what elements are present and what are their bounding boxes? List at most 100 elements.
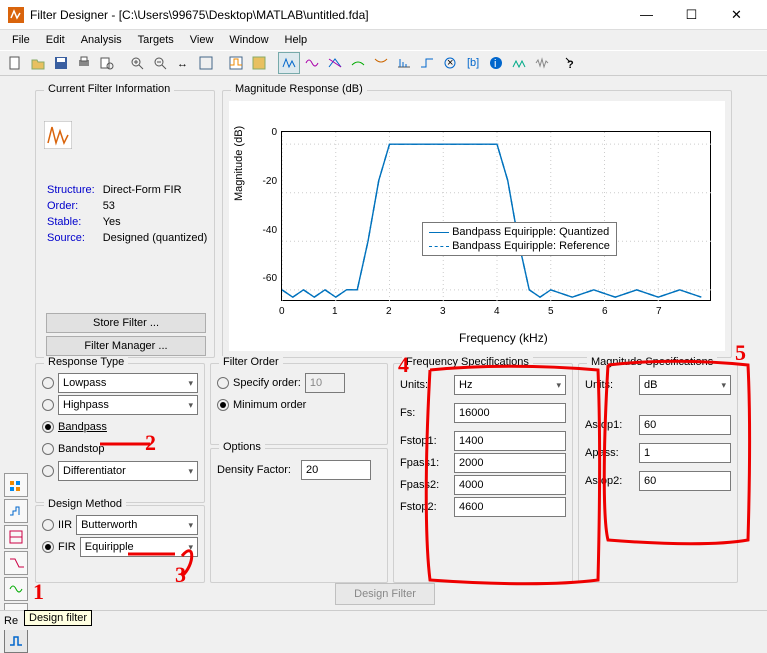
design-filter-sidetool[interactable] [4, 629, 28, 653]
app-icon [8, 7, 24, 23]
chart-xlabel: Frequency (kHz) [459, 331, 548, 345]
round-off-noise-icon[interactable] [531, 52, 553, 74]
filter-structure-icon [44, 121, 72, 152]
response-type-panel: Response Type Lowpass Highpass Bandpass … [35, 363, 205, 503]
specify-order-input: 10 [305, 373, 345, 393]
structure-value: Direct-Form FIR [100, 183, 211, 197]
menu-analysis[interactable]: Analysis [73, 32, 130, 48]
xtick-1: 1 [332, 306, 338, 317]
print-preview-icon[interactable] [96, 52, 118, 74]
new-icon[interactable] [4, 52, 26, 74]
chart-legend: Bandpass Equiripple: Quantized Bandpass … [422, 222, 617, 256]
differentiator-select[interactable]: Differentiator [58, 461, 198, 481]
lowpass-select[interactable]: Lowpass [58, 373, 198, 393]
minimize-button[interactable]: — [624, 0, 669, 29]
menu-window[interactable]: Window [221, 32, 276, 48]
source-label: Source: [44, 231, 98, 245]
phase-delay-icon[interactable] [370, 52, 392, 74]
menu-help[interactable]: Help [277, 32, 316, 48]
open-icon[interactable] [27, 52, 49, 74]
fpass1-input[interactable]: 2000 [454, 453, 566, 473]
fs-input[interactable]: 16000 [454, 403, 566, 423]
zoom-out-icon[interactable] [149, 52, 171, 74]
magnitude-estimate-icon[interactable] [508, 52, 530, 74]
tooltip: Design filter [24, 610, 92, 626]
freq-units-select[interactable]: Hz [454, 375, 566, 395]
menu-file[interactable]: File [4, 32, 38, 48]
astop1-input[interactable]: 60 [639, 415, 731, 435]
stable-label: Stable: [44, 215, 98, 229]
zoom-x-icon[interactable]: ↔ [172, 52, 194, 74]
filter-information-icon[interactable]: i [485, 52, 507, 74]
radio-minimum-order[interactable] [217, 399, 229, 411]
radio-differentiator[interactable] [42, 465, 54, 477]
step-response-icon[interactable] [416, 52, 438, 74]
design-filter-button[interactable]: Design Filter [335, 583, 435, 605]
radio-highpass[interactable] [42, 399, 54, 411]
ytick-1: -20 [257, 176, 277, 187]
current-filter-info-panel: Current Filter Information Structure:Dir… [35, 90, 215, 358]
magnitude-specifications-panel: Magnitude Specifications Units:dB Astop1… [578, 363, 738, 583]
xtick-0: 0 [279, 306, 285, 317]
xtick-4: 4 [494, 306, 500, 317]
print-icon[interactable] [73, 52, 95, 74]
options-panel: Options Density Factor:20 [210, 448, 388, 583]
filter-coefficients-icon[interactable]: [b] [462, 52, 484, 74]
sidetool-1-icon[interactable] [4, 473, 28, 497]
radio-iir[interactable] [42, 519, 54, 531]
xtick-6: 6 [602, 306, 608, 317]
svg-text:i: i [494, 58, 496, 70]
menu-view[interactable]: View [182, 32, 222, 48]
save-icon[interactable] [50, 52, 72, 74]
radio-bandpass[interactable] [42, 421, 54, 433]
fstop2-input[interactable]: 4600 [454, 497, 566, 517]
radio-lowpass[interactable] [42, 377, 54, 389]
order-value: 53 [100, 199, 211, 213]
ytick-2: -40 [257, 225, 277, 236]
sidetool-3-icon[interactable] [4, 525, 28, 549]
bandstop-label: Bandstop [58, 443, 104, 455]
zoom-in-icon[interactable] [126, 52, 148, 74]
fpass2-input[interactable]: 4000 [454, 475, 566, 495]
menu-edit[interactable]: Edit [38, 32, 73, 48]
filter-manager-button[interactable]: Filter Manager ... [46, 336, 206, 356]
window-title: Filter Designer - [C:\Users\99675\Deskto… [30, 8, 624, 22]
structure-label: Structure: [44, 183, 98, 197]
help-icon[interactable]: ? [561, 52, 583, 74]
store-filter-button[interactable]: Store Filter ... [46, 313, 206, 333]
group-delay-icon[interactable] [347, 52, 369, 74]
source-value: Designed (quantized) [100, 231, 211, 245]
apass-input[interactable]: 1 [639, 443, 731, 463]
iir-select[interactable]: Butterworth [76, 515, 198, 535]
radio-fir[interactable] [42, 541, 54, 553]
magnitude-response-icon[interactable] [278, 52, 300, 74]
design-method-panel: Design Method IIRButterworth FIREquiripp… [35, 505, 205, 583]
filter-specs-icon[interactable] [225, 52, 247, 74]
full-view-icon[interactable] [195, 52, 217, 74]
frequency-specifications-panel: Frequency Specifications Units:Hz Fs:160… [393, 363, 573, 583]
impulse-response-icon[interactable] [393, 52, 415, 74]
chart-ylabel: Magnitude (dB) [233, 126, 245, 201]
close-button[interactable]: ✕ [714, 0, 759, 29]
astop2-input[interactable]: 60 [639, 471, 731, 491]
pole-zero-icon[interactable]: × [439, 52, 461, 74]
mag-legend: Magnitude Response (dB) [231, 83, 367, 95]
sidetool-5-icon[interactable] [4, 577, 28, 601]
menu-targets[interactable]: Targets [130, 32, 182, 48]
radio-bandstop[interactable] [42, 443, 54, 455]
highpass-select[interactable]: Highpass [58, 395, 198, 415]
svg-text:?: ? [567, 59, 574, 71]
mag-units-select[interactable]: dB [639, 375, 731, 395]
filter-info-icon[interactable] [248, 52, 270, 74]
sidetool-4-icon[interactable] [4, 551, 28, 575]
radio-specify-order[interactable] [217, 377, 229, 389]
fir-select[interactable]: Equiripple [80, 537, 198, 557]
phase-response-icon[interactable] [301, 52, 323, 74]
magnitude-phase-icon[interactable] [324, 52, 346, 74]
density-factor-input[interactable]: 20 [301, 460, 371, 480]
sidetool-2-icon[interactable] [4, 499, 28, 523]
ytick-3: -60 [257, 273, 277, 284]
fstop1-input[interactable]: 1400 [454, 431, 566, 451]
maximize-button[interactable]: ☐ [669, 0, 714, 29]
bandpass-label: Bandpass [58, 421, 107, 433]
